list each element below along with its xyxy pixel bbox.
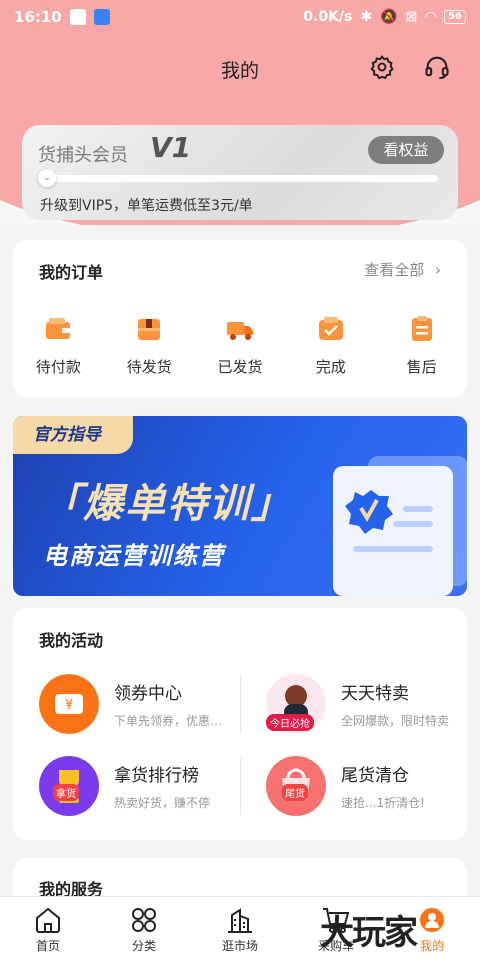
member-level: V1	[150, 131, 192, 164]
view-all-orders-link[interactable]: 查看全部 ›	[364, 259, 441, 280]
order-pending-payment[interactable]: 待付款	[13, 314, 104, 377]
activity-name: 尾货清仓	[341, 766, 409, 786]
activity-daily-sale[interactable]: 今日必抢 天天特卖 全网爆款，限时特卖	[266, 674, 449, 734]
truck-icon	[226, 322, 253, 340]
banner-tag: 官方指导	[13, 416, 133, 454]
daily-sale-icon: 今日必抢	[266, 674, 326, 734]
tab-market[interactable]: 逛市场	[192, 897, 288, 960]
activity-name: 拿货排行榜	[114, 766, 199, 786]
activity-desc: 热卖好货，赚不停	[114, 796, 211, 810]
view-all-label: 查看全部	[364, 261, 425, 279]
activity-divider	[240, 675, 241, 733]
tab-home[interactable]: 首页	[0, 897, 96, 960]
status-bar: 16:10 0.0K/s ✱ 🔕 ⊠ ◠ 56	[0, 0, 480, 34]
svg-text:¥: ¥	[65, 698, 73, 713]
orders-card: 我的订单 查看全部 › 待付款 待发货 已发货 完成 售后	[13, 240, 467, 397]
building-icon	[228, 908, 252, 933]
order-status-list: 待付款 待发货 已发货 完成 售后	[13, 314, 467, 377]
member-name: 货捕头会员	[38, 145, 128, 166]
activity-divider	[240, 757, 241, 815]
activity-name: 天天特卖	[341, 684, 409, 704]
bluetooth-icon: ✱	[360, 9, 373, 25]
customer-service-button[interactable]	[420, 50, 454, 84]
ranking-badge: 拿货	[53, 784, 79, 801]
activities-title: 我的活动	[39, 631, 104, 650]
banner-subtitle: 电商运营训练营	[43, 542, 225, 570]
headset-icon	[425, 56, 449, 80]
tab-label: 首页	[35, 939, 60, 953]
order-shipped[interactable]: 已发货	[195, 314, 286, 377]
clearance-badge: 尾货	[282, 784, 308, 801]
order-label: 已发货	[217, 358, 263, 376]
activities-card: 我的活动 ¥ 领券中心 下单先领券，优惠… 今日必抢 天天特卖 全网爆款，限时特…	[13, 608, 467, 840]
wifi-icon: ◠	[425, 9, 437, 25]
member-card[interactable]: 货捕头会员 V1 看权益 ⌄ 升级到VIP5，单笔运费低至3元/单	[22, 125, 458, 220]
order-after-sales[interactable]: 售后	[376, 314, 467, 377]
grid-icon	[132, 908, 156, 932]
progress-knob: ⌄	[38, 169, 56, 187]
clipboard-icon	[411, 316, 432, 341]
page-title: 我的	[220, 60, 259, 82]
banner-title: 「爆单特训」	[41, 481, 293, 527]
battery-icon: 56	[444, 10, 466, 24]
trophy-icon: 拿货	[39, 756, 99, 816]
chevron-right-icon: ›	[435, 261, 441, 279]
order-label: 待付款	[35, 358, 81, 376]
tab-category[interactable]: 分类	[96, 897, 192, 960]
gear-icon	[370, 55, 394, 80]
profile-icon	[420, 908, 444, 932]
network-speed: 0.0K/s	[303, 9, 353, 25]
notification-app-icon	[69, 9, 86, 25]
clearance-icon: 尾货	[266, 756, 326, 816]
certificate-illustration	[333, 456, 467, 596]
activity-clearance[interactable]: 尾货 尾货清仓 速抢...1折清仓!	[266, 756, 425, 816]
home-icon	[36, 907, 60, 933]
tab-label: 我的	[419, 939, 444, 953]
notification-cloud-icon	[93, 9, 110, 25]
activity-coupon-center[interactable]: ¥ 领券中心 下单先领券，优惠…	[39, 674, 222, 734]
order-completed[interactable]: 完成	[285, 314, 376, 377]
training-banner[interactable]: 官方指导 「爆单特训」 电商运营训练营	[13, 416, 467, 596]
tab-label: 分类	[131, 939, 156, 953]
sim-icon: ⊠	[405, 9, 418, 25]
upgrade-hint: 升级到VIP5，单笔运费低至3元/单	[40, 198, 253, 214]
activity-desc: 全网爆款，限时特卖	[341, 714, 450, 728]
coupon-icon: ¥	[39, 674, 99, 734]
check-box-icon	[318, 317, 343, 340]
order-label: 完成	[315, 358, 346, 376]
mute-icon: 🔕	[380, 9, 398, 25]
activity-desc: 速抢...1折清仓!	[341, 796, 425, 810]
status-time: 16:10	[14, 8, 62, 26]
view-benefits-button[interactable]: 看权益	[368, 136, 444, 164]
settings-button[interactable]	[365, 50, 399, 84]
activity-desc: 下单先领券，优惠…	[114, 714, 223, 728]
activity-name: 领券中心	[114, 684, 182, 704]
order-to-ship[interactable]: 待发货	[104, 314, 195, 377]
watermark-logo: 大玩家	[320, 913, 418, 953]
order-label: 待发货	[126, 358, 172, 376]
member-progress-bar: ⌄	[38, 169, 438, 187]
title-bar: 我的	[0, 44, 480, 92]
daily-sale-badge: 今日必抢	[266, 714, 314, 731]
activity-ranking[interactable]: 拿货 拿货排行榜 热卖好货，赚不停	[39, 756, 210, 816]
orders-title: 我的订单	[39, 263, 104, 282]
tab-label: 逛市场	[221, 939, 258, 953]
order-label: 售后	[406, 358, 437, 376]
box-icon	[138, 319, 161, 340]
wallet-icon	[46, 318, 71, 339]
